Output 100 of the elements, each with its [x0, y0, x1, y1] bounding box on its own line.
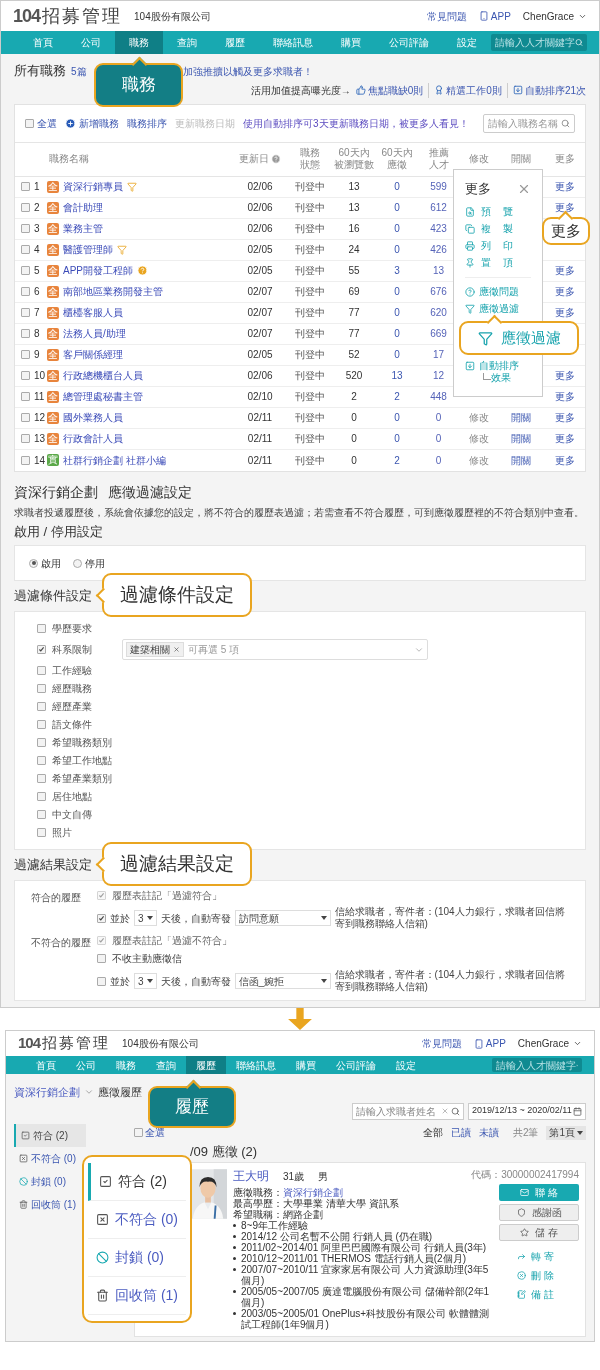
add-job-button[interactable]: 新增職務 — [65, 115, 119, 131]
table-cell[interactable]: 0 — [376, 431, 418, 446]
filter-tab[interactable]: 已讀 — [450, 1125, 471, 1140]
table-cell[interactable]: 3 — [376, 263, 418, 278]
checkbox[interactable] — [37, 720, 46, 729]
clear-icon[interactable] — [441, 1107, 449, 1115]
checkbox-label[interactable]: 希望產業類別 — [52, 771, 112, 786]
checkbox[interactable] — [37, 738, 46, 747]
app-link[interactable]: APP — [473, 1036, 506, 1051]
job-title-link[interactable]: 行政總機櫃台人員 — [63, 368, 143, 383]
sidebar-item[interactable]: 符合 (2) — [88, 1163, 186, 1201]
checkbox[interactable] — [21, 182, 30, 191]
edit-link[interactable]: 修改 — [459, 452, 499, 468]
checkbox-label[interactable]: 工作經驗 — [52, 663, 92, 678]
job-title-link[interactable]: 南部地區業務開發主管 — [63, 284, 163, 299]
job-title-link[interactable]: 會計助理 — [63, 200, 103, 215]
checkbox[interactable] — [37, 645, 46, 654]
more-link[interactable]: 更多 — [542, 431, 588, 446]
job-title-link[interactable]: 法務人員/助理 — [63, 326, 126, 341]
sidebar-item[interactable]: 回收筒 (1) — [14, 1192, 86, 1216]
more-link[interactable]: 更多 — [542, 389, 588, 404]
sidebar-item[interactable]: 回收筒 (1) — [88, 1277, 186, 1315]
edit-link[interactable]: 修改 — [459, 431, 499, 446]
checkbox[interactable] — [37, 756, 46, 765]
table-cell[interactable]: 0 — [376, 305, 418, 320]
table-cell[interactable]: 0 — [418, 431, 459, 446]
job-title-link[interactable]: 社群行銷企劃 社群小編 — [63, 452, 166, 468]
breadcrumb-link[interactable]: 資深行銷企劃 — [14, 1084, 80, 1101]
help-link[interactable]: 常見問題 — [426, 8, 467, 24]
checkbox[interactable] — [21, 329, 30, 338]
checkbox[interactable] — [21, 308, 30, 317]
checkbox-label[interactable]: 不收主動應徵信 — [112, 951, 182, 966]
checkbox[interactable] — [37, 666, 46, 675]
checkbox[interactable] — [21, 224, 30, 233]
checkbox[interactable] — [21, 434, 30, 443]
checkbox[interactable] — [21, 266, 30, 275]
checkbox[interactable] — [21, 203, 30, 212]
remove-icon[interactable] — [173, 646, 180, 653]
checkbox[interactable] — [37, 810, 46, 819]
nav-tab[interactable]: 職務 — [115, 31, 163, 54]
table-cell[interactable]: 13 — [376, 368, 418, 383]
toggle-link[interactable]: 開關 — [499, 410, 542, 425]
checkbox[interactable] — [21, 413, 30, 422]
table-cell[interactable]: 2 — [376, 389, 418, 404]
action-button[interactable]: 儲 存 — [499, 1223, 579, 1241]
logo[interactable]: 104招募管理 — [13, 2, 123, 30]
app-link[interactable]: APP — [478, 8, 511, 24]
date-range-field[interactable]: 2019/12/13 ~ 2020/02/11 — [468, 1102, 586, 1120]
promo-link[interactable]: 自動排序21次 — [506, 82, 586, 98]
checkbox[interactable] — [37, 702, 46, 711]
table-cell[interactable]: 0 — [418, 410, 459, 425]
template-select[interactable]: 信函_婉拒 — [234, 973, 331, 989]
checkbox-label[interactable]: 中文自傳 — [52, 807, 92, 822]
table-cell[interactable]: 0 — [376, 200, 418, 215]
job-link[interactable]: 資深行銷企劃 — [283, 1186, 343, 1198]
user-menu[interactable]: ChenGrace — [522, 8, 587, 24]
radio-button[interactable] — [29, 558, 38, 568]
job-title-link[interactable]: 業務主管 — [63, 221, 103, 236]
checkbox[interactable] — [37, 684, 46, 693]
candidate-name[interactable]: 王大明 — [233, 1168, 269, 1183]
radio-label[interactable]: 啟用 — [41, 555, 61, 571]
days-select[interactable]: 3 — [134, 910, 157, 926]
checkbox[interactable] — [37, 774, 46, 783]
checkbox-label[interactable]: 居住地點 — [52, 789, 92, 804]
checkbox[interactable] — [134, 1128, 143, 1137]
table-cell[interactable]: 0 — [418, 452, 459, 468]
checkbox[interactable] — [37, 792, 46, 801]
checkbox[interactable] — [97, 954, 106, 963]
table-cell[interactable]: 0 — [376, 221, 418, 236]
job-title-link[interactable]: 資深行銷專員 — [63, 179, 123, 194]
table-cell[interactable]: 2 — [376, 452, 418, 468]
more-link[interactable]: 更多 — [542, 200, 588, 215]
template-select[interactable]: 訪問意願 — [234, 910, 331, 926]
toolbar-link[interactable]: 職務排序 — [127, 115, 167, 131]
promo-link[interactable]: 焦點職缺0則 — [355, 82, 424, 98]
checkbox[interactable] — [37, 828, 46, 837]
checkbox-label[interactable]: 希望工作地點 — [52, 753, 112, 768]
promo-link[interactable]: 精選工作0則 — [428, 82, 502, 98]
close-icon[interactable] — [517, 182, 531, 196]
select-all-label[interactable]: 全選 — [37, 115, 57, 131]
sidebar-item[interactable]: 符合 (2) — [14, 1123, 86, 1147]
checkbox[interactable] — [21, 287, 30, 296]
job-title-link[interactable]: 行政會計人員 — [63, 431, 123, 446]
more-link[interactable]: 更多 — [542, 284, 588, 299]
checkbox[interactable] — [37, 624, 46, 633]
checkbox[interactable] — [21, 455, 30, 465]
action-button[interactable]: 感謝函 — [499, 1203, 579, 1221]
checkbox[interactable] — [21, 245, 30, 254]
checkbox-label[interactable]: 經歷職務 — [52, 681, 92, 696]
nav-tab[interactable]: 履歷 — [186, 1056, 226, 1074]
checkbox[interactable] — [97, 913, 106, 923]
more-link[interactable]: 更多 — [542, 410, 588, 425]
more-link[interactable]: 更多 — [542, 368, 588, 383]
checkbox-label[interactable]: 經歷產業 — [52, 699, 92, 714]
multi-select-field[interactable]: 建築相關 可再選 5 項 — [122, 639, 428, 660]
table-cell[interactable]: 0 — [376, 242, 418, 257]
checkbox-label[interactable]: 希望職務類別 — [52, 735, 112, 750]
logo[interactable]: 104招募管理 — [18, 1032, 111, 1055]
sidebar-item[interactable]: 不符合 (0) — [14, 1146, 86, 1170]
table-cell[interactable]: 0 — [376, 326, 418, 341]
